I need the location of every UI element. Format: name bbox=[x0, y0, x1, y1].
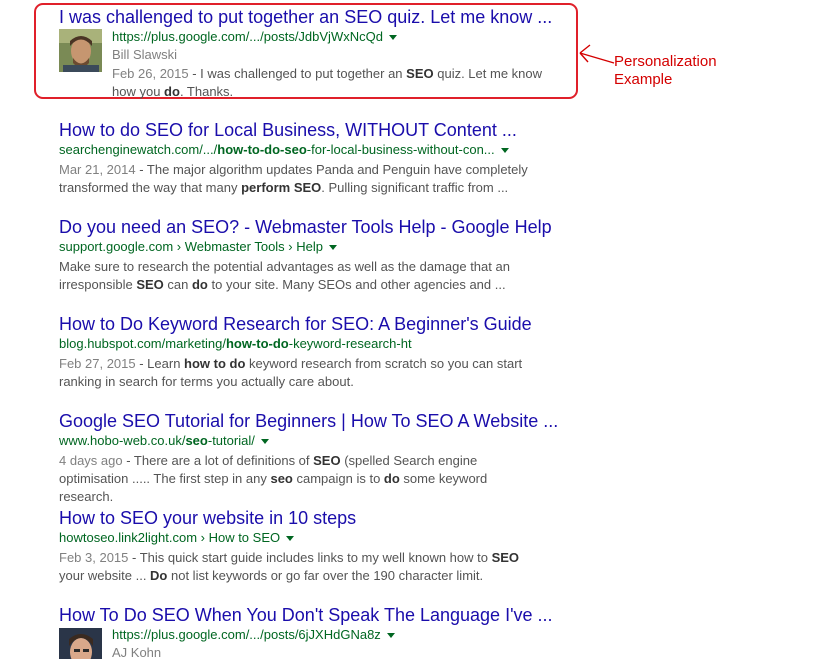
result-title-link[interactable]: How To Do SEO When You Don't Speak The L… bbox=[59, 604, 579, 626]
result-title-link[interactable]: Google SEO Tutorial for Beginners | How … bbox=[59, 410, 579, 432]
result-snippet: Feb 26, 2015 - I was challenged to put t… bbox=[112, 66, 543, 99]
result-url: www.hobo-web.co.uk/seo-tutorial/ bbox=[59, 433, 579, 449]
url-dropdown-icon[interactable] bbox=[260, 439, 269, 445]
search-result-2: How to do SEO for Local Business, WITHOU… bbox=[59, 119, 579, 197]
result-date: 4 days ago bbox=[59, 453, 123, 468]
result-url: searchenginewatch.com/.../how-to-do-seo-… bbox=[59, 142, 579, 158]
result-url-text: https://plus.google.com/.../posts/JdbVjW… bbox=[112, 29, 383, 44]
result-snippet: Mar 21, 2014 - The major algorithm updat… bbox=[59, 162, 528, 195]
url-dropdown-icon[interactable] bbox=[286, 536, 295, 542]
result-snippet: Make sure to research the potential adva… bbox=[59, 259, 510, 292]
search-result-4: How to Do Keyword Research for SEO: A Be… bbox=[59, 313, 579, 391]
result-url: https://plus.google.com/.../posts/JdbVjW… bbox=[112, 29, 632, 45]
result-snippet: 4 days ago - There are a lot of definiti… bbox=[59, 453, 488, 504]
search-result-3: Do you need an SEO? - Webmaster Tools He… bbox=[59, 216, 579, 294]
result-url: support.google.com › Webmaster Tools › H… bbox=[59, 239, 579, 255]
result-title-link[interactable]: How to SEO your website in 10 steps bbox=[59, 507, 579, 529]
result-author: Bill Slawski bbox=[112, 47, 178, 62]
result-title-link[interactable]: How to do SEO for Local Business, WITHOU… bbox=[59, 119, 579, 141]
result-title-link[interactable]: I was challenged to put together an SEO … bbox=[59, 6, 579, 28]
author-avatar bbox=[59, 29, 102, 72]
result-date: Feb 27, 2015 bbox=[59, 356, 136, 371]
author-avatar bbox=[59, 628, 102, 659]
url-dropdown-icon[interactable] bbox=[500, 148, 509, 154]
result-date: Feb 26, 2015 bbox=[112, 66, 189, 81]
search-result-5: Google SEO Tutorial for Beginners | How … bbox=[59, 410, 579, 506]
search-result-1: I was challenged to put together an SEO … bbox=[59, 6, 632, 101]
result-title-link[interactable]: How to Do Keyword Research for SEO: A Be… bbox=[59, 313, 579, 335]
result-date: Mar 21, 2014 bbox=[59, 162, 136, 177]
result-title-link[interactable]: Do you need an SEO? - Webmaster Tools He… bbox=[59, 216, 579, 238]
result-url: howtoseo.link2light.com › How to SEO bbox=[59, 530, 579, 546]
result-snippet: Feb 3, 2015 - This quick start guide inc… bbox=[59, 550, 520, 583]
url-dropdown-icon[interactable] bbox=[328, 245, 337, 251]
url-dropdown-icon[interactable] bbox=[386, 633, 395, 639]
result-snippet: Feb 27, 2015 - Learn how to do keyword r… bbox=[59, 356, 523, 389]
result-url: https://plus.google.com/.../posts/6jJXHd… bbox=[112, 627, 632, 643]
url-dropdown-icon[interactable] bbox=[388, 35, 397, 41]
result-url: blog.hubspot.com/marketing/how-to-do-key… bbox=[59, 336, 412, 351]
search-result-7: How To Do SEO When You Don't Speak The L… bbox=[59, 604, 632, 661]
result-date: Feb 3, 2015 bbox=[59, 550, 129, 565]
search-result-6: How to SEO your website in 10 steps howt… bbox=[59, 507, 579, 585]
